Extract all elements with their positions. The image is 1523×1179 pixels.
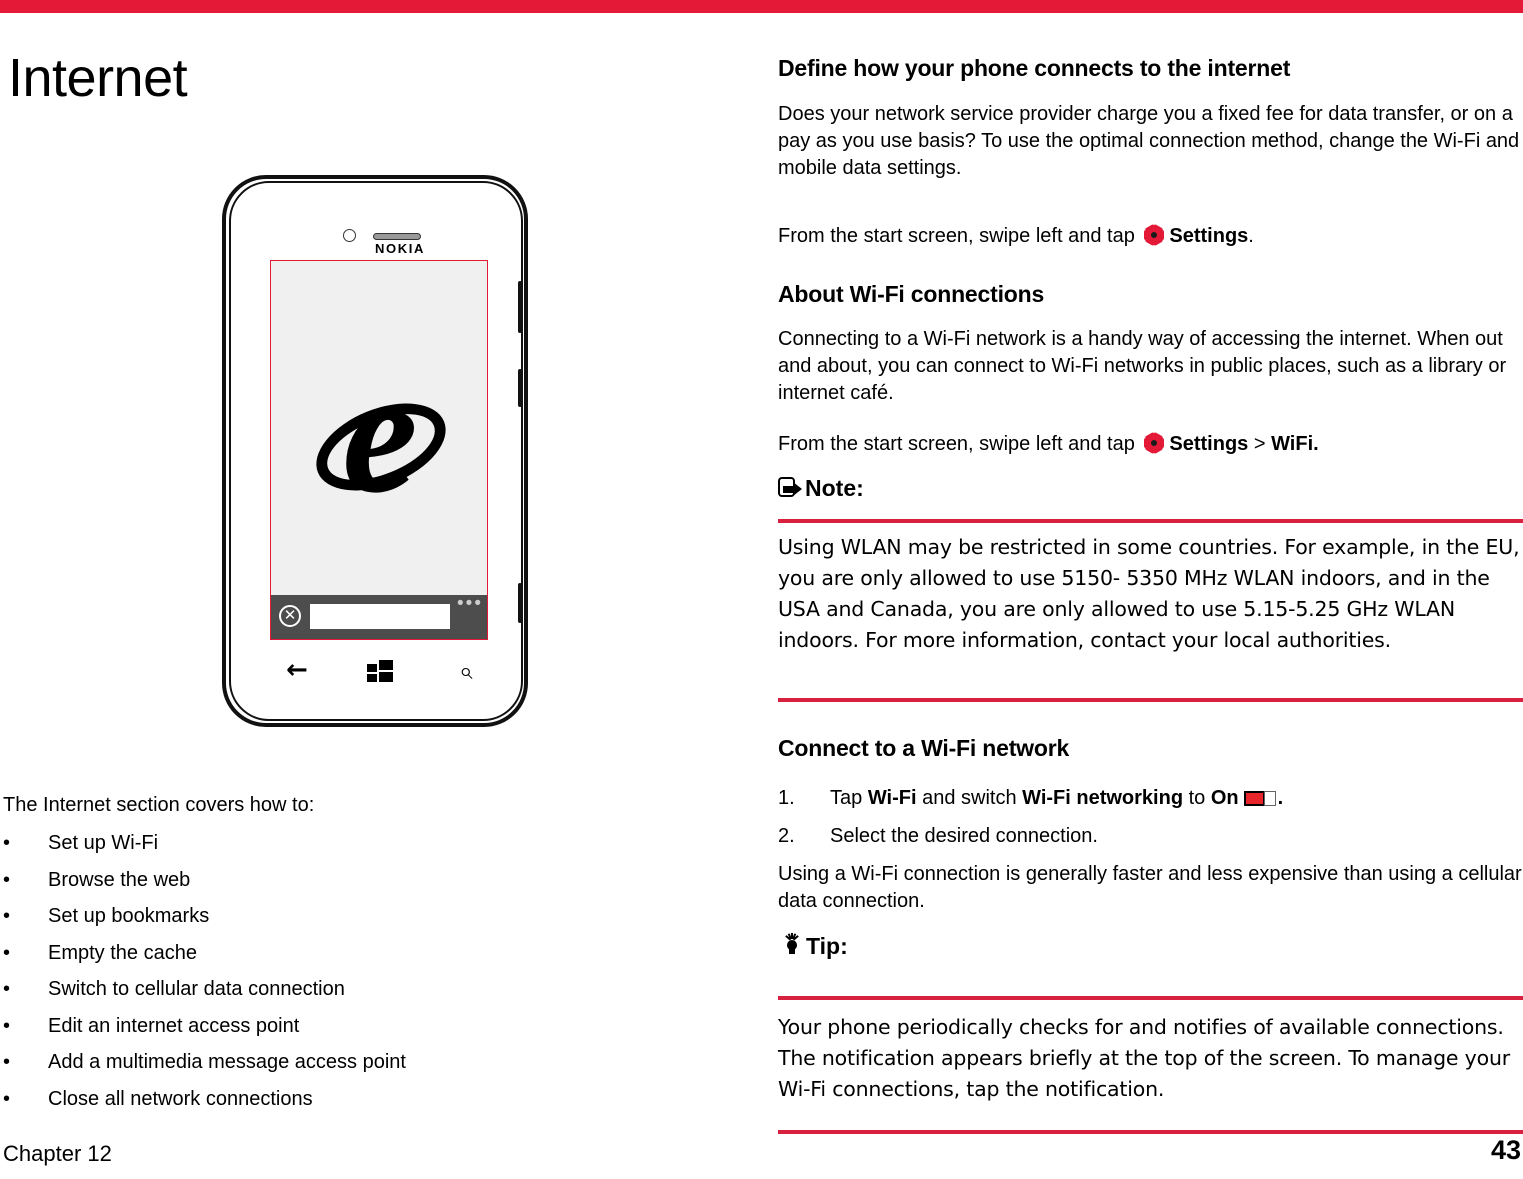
list-item: • Set up Wi-Fi xyxy=(0,825,700,862)
phone-brand-label: NOKIA xyxy=(375,241,425,256)
internet-explorer-icon: e xyxy=(342,340,418,528)
list-item-label: Empty the cache xyxy=(48,941,197,964)
define-path-prefix: From the start screen, swipe left and ta… xyxy=(778,225,1141,247)
phone-screen: e ✕ ••• xyxy=(270,260,488,640)
topics-list: • Set up Wi-Fi • Browse the web • Set up bo… xyxy=(0,825,700,1117)
bullet-marker: • xyxy=(3,978,11,1000)
tip-heading: Tip: xyxy=(778,933,848,960)
bullet-marker: • xyxy=(3,941,11,964)
step-1-period: . xyxy=(1277,787,1284,809)
heading-connect-wifi: Connect to a Wi-Fi network xyxy=(778,735,1070,761)
step-1-text: Tap Wi-Fi and switch Wi-Fi networking to… xyxy=(830,785,1283,812)
earpiece-speaker-icon xyxy=(373,233,421,240)
list-item: • Set up bookmarks xyxy=(0,898,700,935)
heading-define-connection: Define how your phone connects to the in… xyxy=(778,55,1291,81)
back-icon[interactable]: ← xyxy=(286,657,308,683)
volume-button[interactable] xyxy=(518,281,522,333)
phone-inner-bezel: NOKIA e ✕ ••• ← ⌕ xyxy=(229,181,523,721)
step-1-pre: Tap xyxy=(830,787,868,809)
bullet-marker: • xyxy=(3,832,11,854)
about-path-separator: > xyxy=(1248,433,1272,455)
toggle-switch-icon[interactable] xyxy=(1243,791,1276,806)
about-body-text: Connecting to a Wi-Fi network is a handy… xyxy=(778,328,1507,404)
define-body-text: Does your network service provider charg… xyxy=(778,103,1520,179)
page-number: 43 xyxy=(1490,1135,1521,1165)
power-button[interactable] xyxy=(518,369,522,407)
list-item: • Edit an internet access point xyxy=(0,1008,700,1045)
gear-icon xyxy=(1142,223,1166,247)
search-icon[interactable]: ⌕ xyxy=(459,657,472,685)
bullet-marker: • xyxy=(3,1051,11,1073)
note-icon xyxy=(778,476,803,500)
step-2-number: 2. xyxy=(778,825,795,847)
list-item-label: Set up Wi-Fi xyxy=(48,832,159,854)
list-item: • Empty the cache xyxy=(0,935,700,972)
more-options-icon[interactable]: ••• xyxy=(457,594,483,613)
list-item-label: Edit an internet access point xyxy=(48,1014,300,1037)
list-item-label: Close all network connections xyxy=(48,1087,313,1110)
list-item-label: Set up bookmarks xyxy=(48,905,210,927)
footer-chapter-label: Chapter 12 xyxy=(3,1141,112,1166)
define-path-suffix: . xyxy=(1248,225,1254,247)
lightbulb-tip-icon xyxy=(778,933,805,958)
step-1-mid2: to xyxy=(1183,787,1211,809)
bullet-marker: • xyxy=(3,1087,11,1110)
camera-button[interactable] xyxy=(518,583,522,623)
windows-start-icon[interactable] xyxy=(367,660,393,682)
section-intro-text: The Internet section covers how to: xyxy=(3,794,315,816)
about-path-prefix: From the start screen, swipe left and ta… xyxy=(778,433,1141,455)
note-body-text: Using WLAN may be restricted in some cou… xyxy=(778,535,1520,652)
step-1-bold-on[interactable]: On xyxy=(1211,787,1239,809)
top-red-bar xyxy=(0,0,1523,13)
tip-top-rule xyxy=(778,996,1523,1000)
tip-bottom-rule xyxy=(778,1130,1523,1134)
page-title: Internet xyxy=(8,48,188,108)
tip-label: Tip: xyxy=(806,933,848,959)
heading-about-wifi: About Wi-Fi connections xyxy=(778,281,1045,307)
phone-illustration: NOKIA e ✕ ••• ← ⌕ xyxy=(215,163,545,743)
phone-nav-buttons: ← ⌕ xyxy=(270,651,488,691)
connect-body-text: Using a Wi-Fi connection is generally fa… xyxy=(778,863,1522,912)
note-bottom-rule xyxy=(778,698,1523,702)
step-1-mid: and switch xyxy=(916,787,1023,809)
tip-body-text: Your phone periodically checks for and n… xyxy=(778,1015,1510,1101)
bullet-marker: • xyxy=(3,868,11,891)
define-settings-label[interactable]: Settings xyxy=(1169,225,1248,247)
about-settings-path: From the start screen, swipe left and ta… xyxy=(778,431,1319,458)
left-column: Internet NOKIA e ✕ ••• ← ⌕ The Internet … xyxy=(0,13,760,1179)
note-top-rule xyxy=(778,519,1523,523)
list-item: • Add a multimedia message access point xyxy=(0,1044,700,1081)
define-settings-path: From the start screen, swipe left and ta… xyxy=(778,223,1254,250)
note-heading: Note: xyxy=(778,475,864,502)
page-content: Internet NOKIA e ✕ ••• ← ⌕ The Internet … xyxy=(0,13,1523,1179)
right-column: Define how your phone connects to the in… xyxy=(778,13,1523,1179)
bullet-marker: • xyxy=(3,1014,11,1037)
step-1-bold-networking[interactable]: Wi-Fi networking xyxy=(1022,787,1183,809)
list-item: • Browse the web xyxy=(0,862,700,899)
list-item: • Switch to cellular data connection xyxy=(0,971,700,1008)
gear-icon xyxy=(1142,431,1166,455)
note-label: Note: xyxy=(805,475,864,501)
list-item-label: Add a multimedia message access point xyxy=(48,1051,406,1073)
bullet-marker: • xyxy=(3,905,11,927)
list-item-label: Browse the web xyxy=(48,868,191,891)
step-2-text: Select the desired connection. xyxy=(830,825,1098,847)
step-1-bold-wifi[interactable]: Wi-Fi xyxy=(868,787,917,809)
stop-icon[interactable]: ✕ xyxy=(279,605,301,627)
browser-address-bar: ✕ ••• xyxy=(271,594,487,639)
list-item: • Close all network connections xyxy=(0,1081,700,1118)
address-input[interactable] xyxy=(310,604,450,629)
about-wifi-label[interactable]: WiFi. xyxy=(1271,433,1319,455)
about-settings-label[interactable]: Settings xyxy=(1169,433,1248,455)
list-item-label: Switch to cellular data connection xyxy=(48,978,345,1000)
step-1-number: 1. xyxy=(778,787,795,809)
